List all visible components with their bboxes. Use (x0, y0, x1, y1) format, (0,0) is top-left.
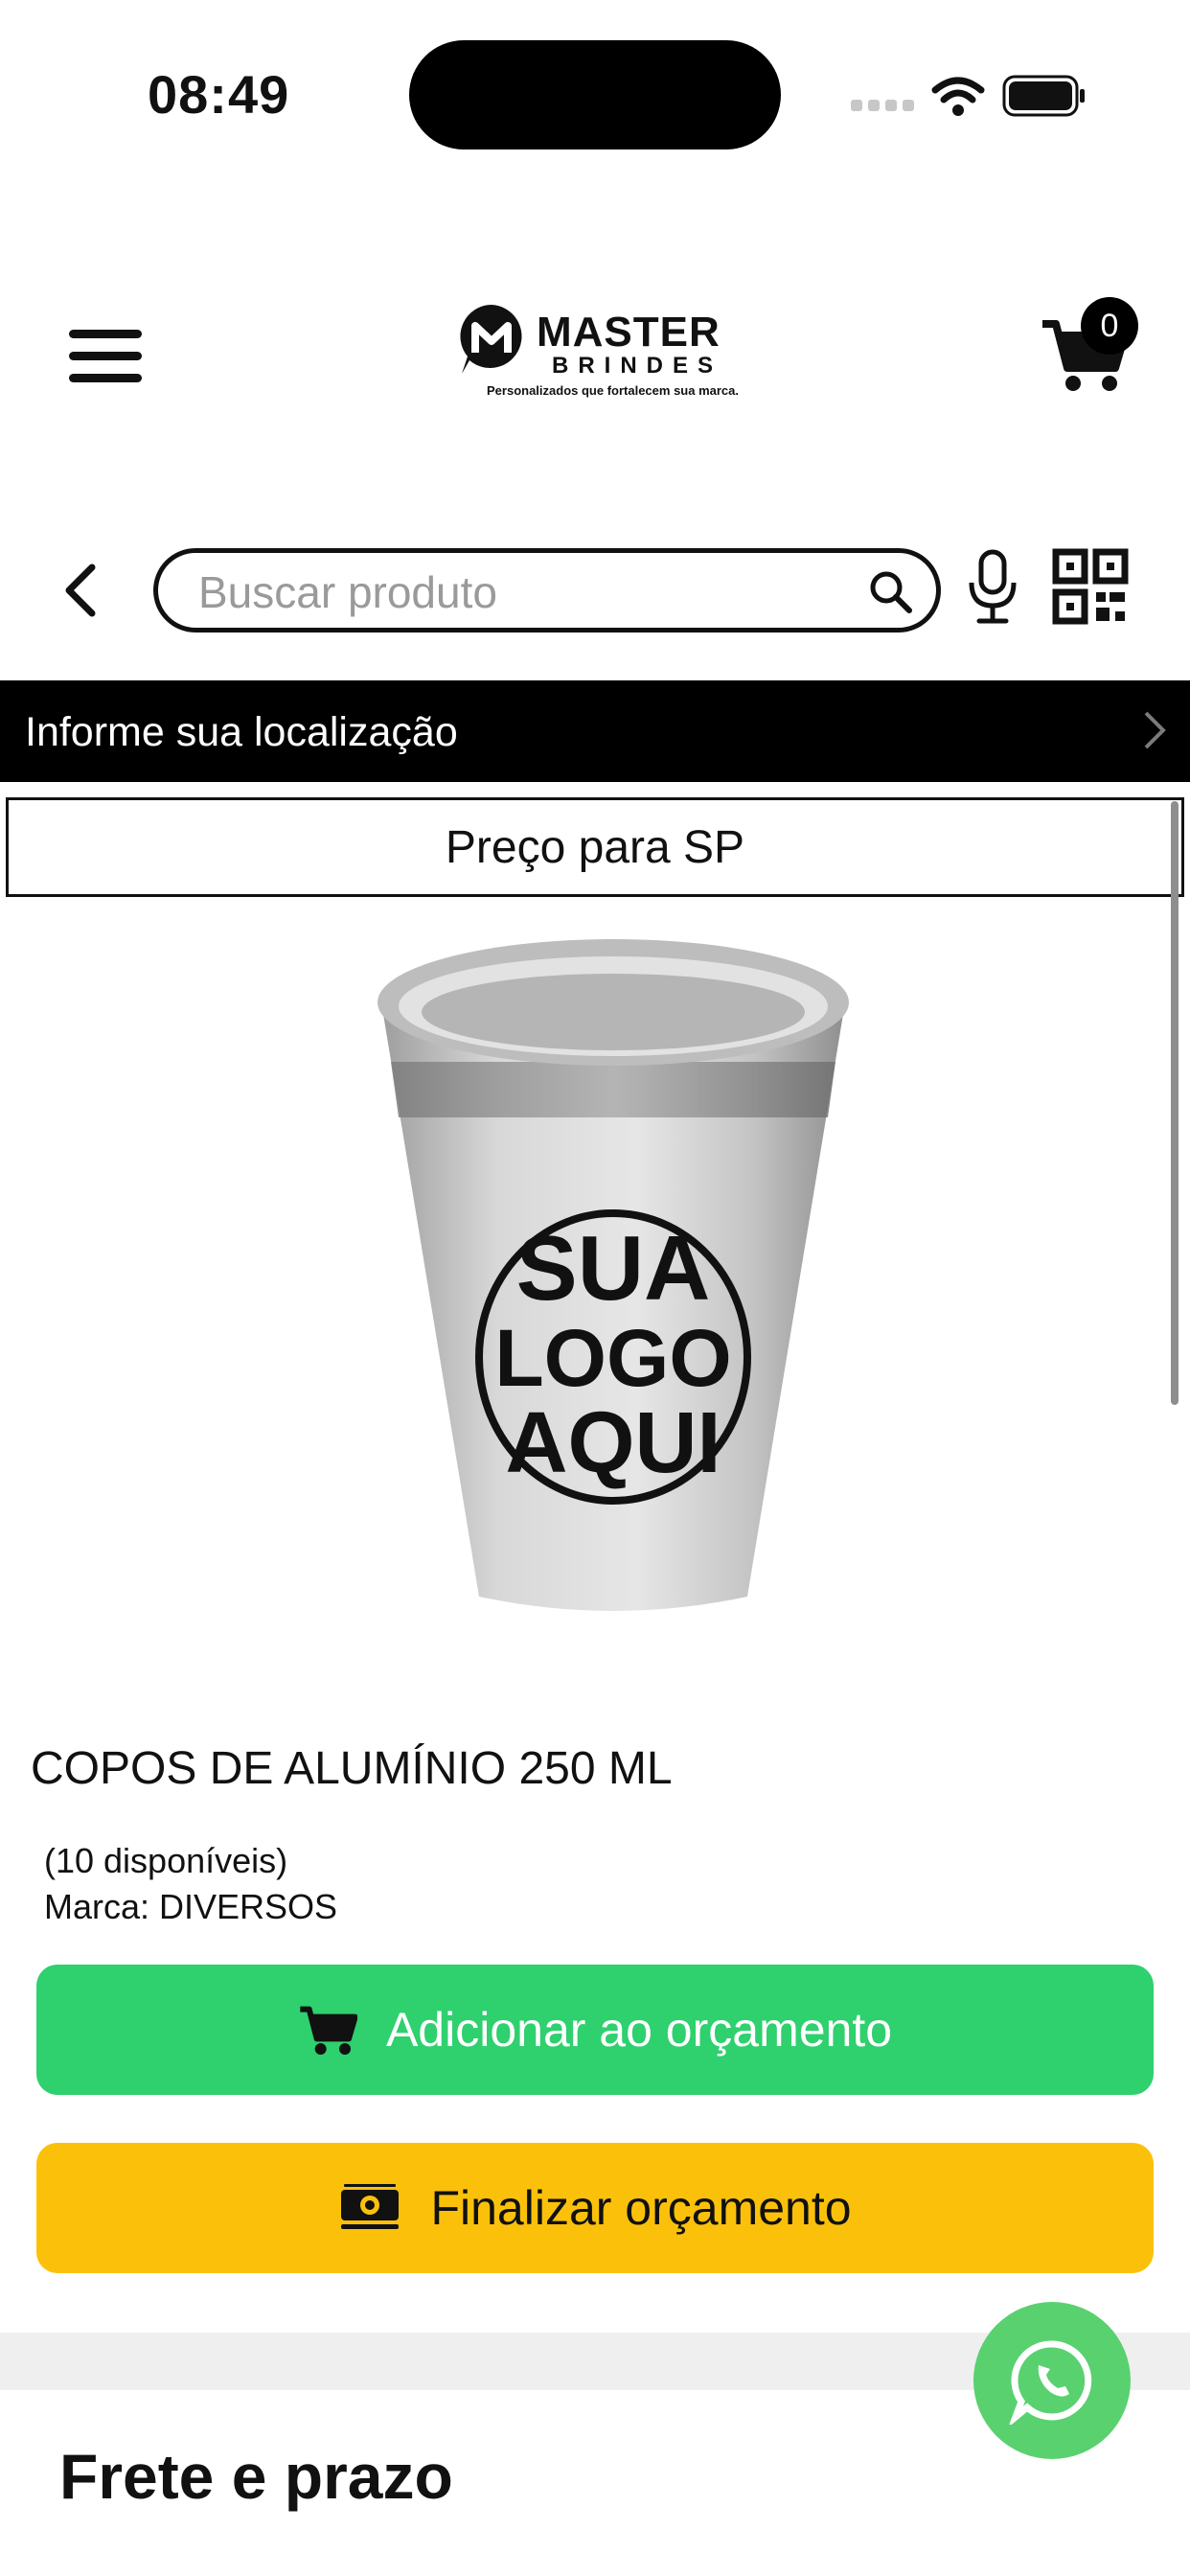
search-icon[interactable] (867, 568, 913, 614)
status-time: 08:49 (148, 64, 290, 125)
finish-quote-label: Finalizar orçamento (430, 2181, 852, 2235)
logo-tagline: Personalizados que fortalecem sua marca. (487, 383, 739, 398)
logo-placeholder-line-3: AQUI (506, 1395, 721, 1491)
shipping-heading: Frete e prazo (59, 2441, 453, 2512)
product-brand: Marca: DIVERSOS (44, 1887, 338, 1926)
logo-title: MASTER (537, 309, 721, 356)
search-bar (153, 548, 941, 632)
cellular-signal-icon (851, 100, 914, 111)
qr-code-icon[interactable] (1052, 548, 1129, 625)
menu-icon[interactable] (69, 330, 142, 383)
logo-mark-icon (460, 305, 522, 374)
logo-subtitle: BRINDES (552, 353, 723, 379)
wifi-icon (931, 77, 985, 116)
location-label: Informe sua localização (25, 709, 458, 755)
finish-quote-button[interactable]: Finalizar orçamento (36, 2143, 1154, 2273)
product-availability: (10 disponíveis) (44, 1841, 288, 1880)
microphone-icon[interactable] (962, 548, 1023, 625)
chevron-right-icon (1144, 711, 1166, 749)
cart-count-badge: 0 (1081, 297, 1138, 355)
add-to-quote-label: Adicionar ao orçamento (385, 2003, 893, 2057)
search-input[interactable] (196, 563, 833, 622)
whatsapp-button[interactable] (973, 2302, 1131, 2459)
product-image[interactable]: SUA LOGO AQUI (364, 935, 862, 1635)
brand-logo[interactable]: MASTER BRINDES Personalizados que fortal… (456, 299, 744, 404)
whatsapp-icon (1009, 2340, 1092, 2425)
cart-icon (300, 2006, 357, 2055)
product-meta: (10 disponíveis) Marca: DIVERSOS (44, 1838, 337, 1930)
scrollbar[interactable] (1171, 801, 1179, 1405)
logo-placeholder-line-2: LOGO (494, 1313, 731, 1403)
add-to-quote-button[interactable]: Adicionar ao orçamento (36, 1965, 1154, 2095)
dynamic-island (409, 40, 781, 150)
product-title: COPOS DE ALUMÍNIO 250 ML (31, 1743, 673, 1794)
money-icon (341, 2184, 400, 2229)
battery-icon (1002, 75, 1085, 117)
logo-placeholder-line-1: SUA (516, 1217, 711, 1320)
price-region-button[interactable]: Preço para SP (6, 797, 1184, 897)
back-chevron-icon[interactable] (57, 562, 105, 619)
location-bar[interactable]: Informe sua localização (0, 680, 1190, 782)
